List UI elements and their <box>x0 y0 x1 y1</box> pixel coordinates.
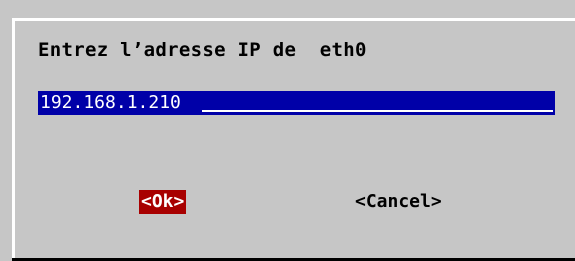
input-fill-underline <box>202 110 553 112</box>
ip-address-value: 192.168.1.210 <box>40 92 181 113</box>
dialog-frame-top <box>12 18 575 21</box>
ip-address-dialog: Entrez l’adresse IP de eth0 192.168.1.21… <box>0 0 575 261</box>
cancel-button[interactable]: <Cancel> <box>355 190 442 214</box>
dialog-prompt: Entrez l’adresse IP de eth0 <box>38 39 367 61</box>
ok-button[interactable]: <Ok> <box>139 190 187 214</box>
dialog-frame-left <box>12 18 15 261</box>
ip-address-input[interactable]: 192.168.1.210 <box>38 91 555 115</box>
